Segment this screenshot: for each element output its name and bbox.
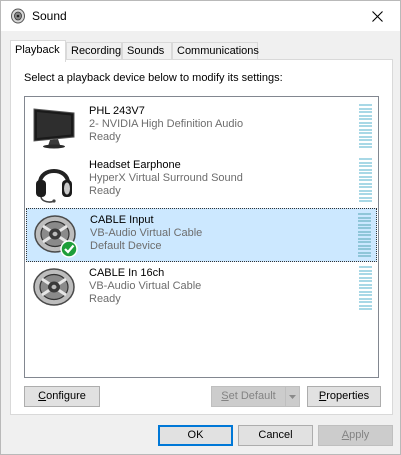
device-item-cable-input[interactable]: CABLE Input VB-Audio Virtual Cable Defau… (26, 208, 377, 262)
set-default-button[interactable]: Set Default (211, 386, 286, 407)
window-title: Sound (32, 9, 67, 23)
ok-button[interactable]: OK (158, 425, 233, 446)
device-name: Headset Earphone (89, 159, 181, 171)
properties-button[interactable]: Properties (307, 386, 381, 407)
device-status: Ready (89, 293, 121, 305)
volume-meter (359, 158, 372, 204)
headset-icon (36, 169, 72, 203)
meter-bar (359, 269, 372, 272)
meter-bar (359, 132, 372, 134)
meter-bar (359, 107, 372, 110)
meter-bar (358, 241, 371, 243)
meter-bar (359, 139, 372, 141)
meter-bar (359, 175, 372, 178)
meter-bar (359, 283, 372, 286)
meter-bar (359, 118, 372, 120)
meter-bar (358, 244, 371, 247)
meter-bar (358, 227, 371, 229)
device-list[interactable]: PHL 243V7 2- NVIDIA High Definition Audi… (24, 96, 379, 378)
device-status: Ready (89, 131, 121, 143)
meter-bar (359, 142, 372, 145)
meter-bar (358, 213, 371, 215)
device-name: PHL 243V7 (89, 105, 145, 117)
meter-bar (359, 161, 372, 164)
device-name: CABLE Input (90, 214, 154, 226)
meter-bar (359, 179, 372, 181)
title-bar[interactable]: Sound (1, 1, 400, 31)
meter-bar (359, 186, 372, 188)
device-name: CABLE In 16ch (89, 267, 165, 279)
meter-bar (359, 304, 372, 307)
chevron-down-icon (289, 395, 296, 399)
volume-meter (359, 104, 372, 150)
meter-bar (359, 297, 372, 300)
playback-panel: Select a playback device below to modify… (10, 59, 393, 415)
device-item-phl[interactable]: PHL 243V7 2- NVIDIA High Definition Audi… (26, 100, 377, 154)
instruction-text: Select a playback device below to modify… (24, 72, 283, 84)
sound-dialog: Sound Playback Recording Sounds Communic… (0, 0, 401, 455)
speaker-icon (11, 8, 25, 24)
meter-bar (358, 251, 371, 254)
speaker-cable-icon (34, 215, 78, 258)
meter-bar (358, 230, 371, 233)
apply-button[interactable]: Apply (318, 425, 393, 446)
device-description: VB-Audio Virtual Cable (89, 280, 202, 292)
tab-recording[interactable]: Recording (66, 42, 122, 60)
device-description: 2- NVIDIA High Definition Audio (89, 118, 244, 130)
configure-button[interactable]: Configure (24, 386, 100, 407)
meter-bar (359, 125, 372, 127)
meter-bar (359, 301, 372, 303)
cancel-button[interactable]: Cancel (238, 425, 313, 446)
meter-bar (359, 200, 372, 202)
meter-bar (359, 104, 372, 106)
meter-bar (359, 266, 372, 268)
meter-bar (358, 248, 371, 250)
meter-bar (359, 308, 372, 310)
meter-bar (358, 223, 371, 226)
meter-bar (359, 114, 372, 117)
meter-bar (359, 168, 372, 171)
meter-bar (359, 121, 372, 124)
meter-bar (359, 189, 372, 192)
meter-bar (359, 294, 372, 296)
meter-bar (359, 290, 372, 293)
meter-bar (359, 280, 372, 282)
meter-bar (359, 128, 372, 131)
meter-bar (359, 158, 372, 160)
monitor-icon (33, 108, 75, 149)
set-default-dropdown[interactable] (285, 386, 300, 407)
device-item-headset[interactable]: Headset Earphone HyperX Virtual Surround… (26, 154, 377, 208)
meter-bar (359, 287, 372, 289)
device-status: Ready (89, 185, 121, 197)
speaker-cable-icon (33, 268, 75, 306)
meter-bar (359, 146, 372, 148)
close-button[interactable] (354, 1, 400, 31)
meter-bar (358, 237, 371, 240)
device-description: VB-Audio Virtual Cable (90, 227, 203, 239)
meter-bar (358, 255, 371, 257)
volume-meter (359, 266, 372, 312)
meter-bar (358, 234, 371, 236)
meter-bar (359, 111, 372, 113)
close-icon (371, 10, 383, 22)
device-description: HyperX Virtual Surround Sound (89, 172, 243, 184)
meter-bar (359, 196, 372, 199)
meter-bar (359, 193, 372, 195)
meter-bar (358, 220, 371, 222)
device-item-cable-16ch[interactable]: CABLE In 16ch VB-Audio Virtual Cable Rea… (26, 262, 377, 316)
meter-bar (359, 165, 372, 167)
device-status: Default Device (90, 240, 162, 252)
meter-bar (359, 135, 372, 138)
meter-bar (359, 276, 372, 279)
tab-communications[interactable]: Communications (172, 42, 259, 60)
volume-meter (358, 213, 371, 259)
default-check-badge (60, 240, 78, 258)
meter-bar (359, 182, 372, 185)
tab-sounds[interactable]: Sounds (122, 42, 172, 60)
tab-playback[interactable]: Playback (10, 40, 66, 62)
meter-bar (358, 216, 371, 219)
meter-bar (359, 273, 372, 275)
meter-bar (359, 172, 372, 174)
